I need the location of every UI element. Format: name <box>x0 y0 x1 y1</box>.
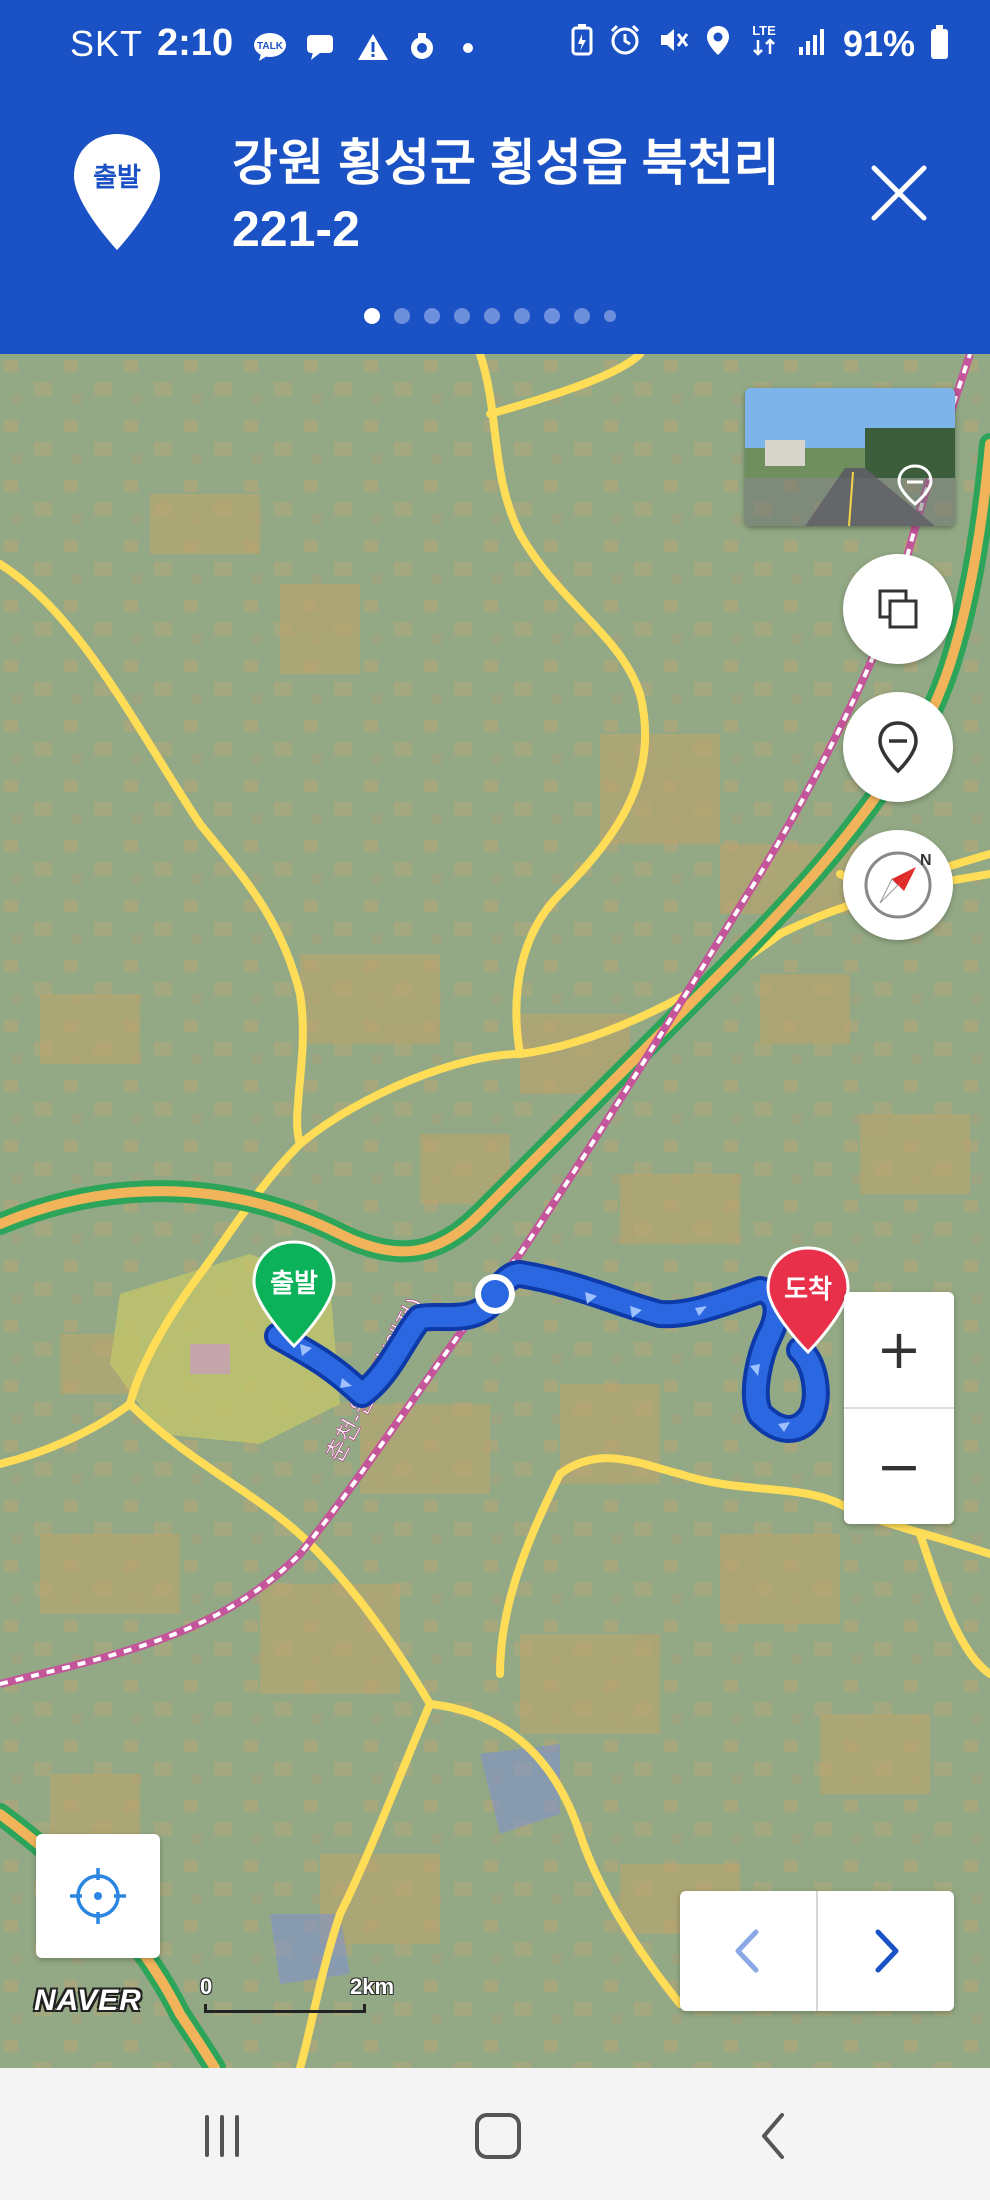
lte-icon: LTE <box>747 22 781 65</box>
svg-text:TALK: TALK <box>257 41 284 52</box>
page-dot[interactable] <box>424 308 440 324</box>
zoom-in-label: + <box>876 1318 922 1381</box>
page-dot-active[interactable] <box>364 308 380 324</box>
route-step-title: 강원 횡성군 횡성읍 북천리 221-2 <box>232 135 780 257</box>
route-header: SKT 2:10 TALK LTE 91% 출발 강원 횡성군 횡성읍 북천리 … <box>0 0 990 354</box>
map-scale: 0 2km <box>200 1974 394 2014</box>
back-icon <box>762 2113 784 2159</box>
signal-icon <box>797 23 827 65</box>
layers-icon <box>878 589 918 629</box>
page-dot[interactable] <box>394 308 410 324</box>
start-badge-icon: 출발 <box>72 132 162 252</box>
page-dot[interactable] <box>514 308 530 324</box>
close-icon <box>871 165 927 221</box>
battery-icon <box>931 24 948 59</box>
scale-line <box>204 2004 366 2013</box>
system-nav-bar <box>0 2068 990 2200</box>
alarm-icon <box>609 23 641 65</box>
location-alert-icon <box>409 29 443 59</box>
crosshair-icon <box>70 1868 126 1924</box>
warning-icon <box>357 29 391 60</box>
home-icon <box>475 2113 521 2159</box>
kakaotalk-icon: TALK <box>253 29 287 61</box>
locate-me-button[interactable] <box>36 1834 160 1958</box>
page-dot[interactable] <box>544 308 560 324</box>
battery-saver-icon <box>571 23 593 65</box>
page-dot[interactable] <box>484 308 500 324</box>
mute-icon <box>657 23 689 65</box>
page-indicator <box>364 308 616 324</box>
previous-step-button[interactable] <box>680 1891 816 2011</box>
network-type-label: LTE <box>752 23 776 38</box>
end-marker-label: 도착 <box>784 1275 832 1305</box>
chat-icon <box>305 29 339 60</box>
map-canvas: 춘천-원주간(예정) 출발 도착 <box>0 354 990 2068</box>
back-button[interactable] <box>734 2096 814 2176</box>
layers-button[interactable] <box>843 554 953 664</box>
status-bar: SKT 2:10 TALK LTE 91% <box>0 0 990 88</box>
close-button[interactable] <box>866 160 932 226</box>
zoom-control: + − <box>844 1292 954 1524</box>
recent-apps-button[interactable] <box>182 2096 262 2176</box>
location-icon <box>705 23 731 65</box>
naver-logo: NAVER <box>34 1984 142 2017</box>
scale-end-label: 2km <box>350 1974 395 1999</box>
page-dot[interactable] <box>574 308 590 324</box>
map-pin-button[interactable] <box>843 692 953 802</box>
street-view-thumbnail[interactable] <box>745 388 955 526</box>
zoom-in-button[interactable]: + <box>844 1292 954 1407</box>
map-view[interactable]: 춘천-원주간(예정) 출발 도착 N + − NAVER 0 2km <box>0 354 990 2068</box>
step-navigation <box>680 1891 954 2011</box>
carrier-label: SKT <box>70 22 144 64</box>
scale-start-label: 0 <box>200 1974 213 1999</box>
home-button[interactable] <box>458 2096 538 2176</box>
compass-button[interactable]: N <box>843 830 953 940</box>
page-dot[interactable] <box>604 310 616 322</box>
compass-north-label: N <box>920 852 932 869</box>
zoom-out-label: − <box>876 1435 922 1498</box>
page-dot[interactable] <box>454 308 470 324</box>
compass-icon: N <box>864 851 932 919</box>
zoom-out-button[interactable]: − <box>844 1409 954 1524</box>
next-step-button[interactable] <box>818 1891 954 2011</box>
recent-apps-icon <box>205 2115 239 2157</box>
battery-percent: 91% <box>842 22 915 64</box>
start-badge-label: 출발 <box>93 163 141 193</box>
clock-time: 2:10 <box>157 22 234 64</box>
start-marker-label: 출발 <box>270 1269 318 1299</box>
dot-icon <box>461 29 495 59</box>
map-pin-icon <box>878 721 918 774</box>
chevron-right-icon <box>875 1929 899 1973</box>
chevron-left-icon <box>735 1929 759 1973</box>
